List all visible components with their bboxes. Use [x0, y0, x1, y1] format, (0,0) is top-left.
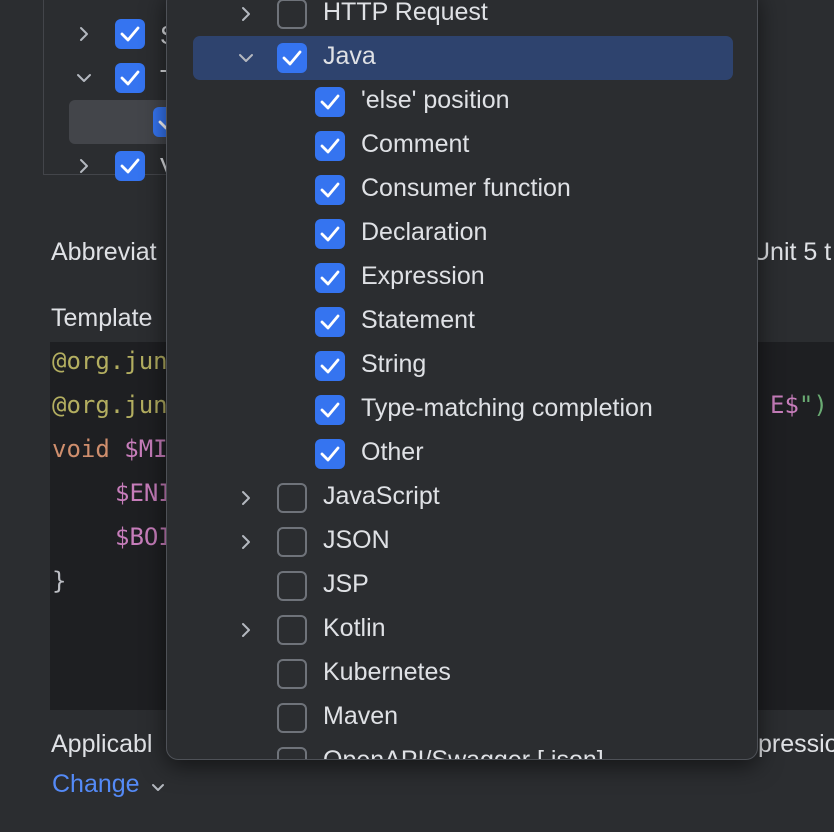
- context-item[interactable]: JSP: [167, 564, 757, 608]
- description-field[interactable]: Unit 5 t: [752, 238, 831, 267]
- code-line: $BOI: [115, 523, 173, 551]
- context-item[interactable]: Expression: [167, 256, 757, 300]
- chevron-down-icon[interactable]: [234, 46, 258, 70]
- chevron-right-icon[interactable]: [234, 618, 258, 642]
- context-item[interactable]: Statement: [167, 300, 757, 344]
- code-line: $ENI: [115, 479, 173, 507]
- chevron-down-icon[interactable]: [72, 66, 96, 90]
- context-item-label: Kotlin: [323, 614, 386, 642]
- context-item[interactable]: Declaration: [167, 212, 757, 256]
- checkbox[interactable]: [115, 151, 145, 181]
- context-item-label: Consumer function: [361, 174, 571, 202]
- context-item[interactable]: String: [167, 344, 757, 388]
- checkbox[interactable]: [277, 703, 307, 733]
- template-text-label: Template: [51, 304, 153, 332]
- code-line: }: [52, 567, 67, 595]
- selection-highlight: [193, 36, 733, 80]
- context-item-label: Declaration: [361, 218, 488, 246]
- context-item[interactable]: Maven: [167, 696, 757, 740]
- context-item-label: OpenAPI/Swagger [.json]: [323, 746, 604, 760]
- chevron-right-icon[interactable]: [234, 530, 258, 554]
- context-item[interactable]: OpenAPI/Swagger [.json]: [167, 740, 757, 760]
- context-item[interactable]: 'else' position: [167, 80, 757, 124]
- context-item[interactable]: Kubernetes: [167, 652, 757, 696]
- checkbox[interactable]: [315, 307, 345, 337]
- checkbox[interactable]: [315, 219, 345, 249]
- context-item-label: Kubernetes: [323, 658, 451, 686]
- checkbox[interactable]: [115, 63, 145, 93]
- checkbox[interactable]: [277, 0, 307, 29]
- chevron-right-icon[interactable]: [234, 486, 258, 510]
- context-item[interactable]: HTTP Request: [167, 0, 757, 36]
- context-item-label: JavaScript: [323, 482, 440, 510]
- context-item[interactable]: Comment: [167, 124, 757, 168]
- checkbox[interactable]: [315, 87, 345, 117]
- checkbox[interactable]: [277, 615, 307, 645]
- context-item[interactable]: Other: [167, 432, 757, 476]
- change-contexts-link[interactable]: Change: [52, 770, 165, 800]
- context-item-label: Statement: [361, 306, 475, 334]
- chevron-right-icon[interactable]: [72, 154, 96, 178]
- context-item[interactable]: Kotlin: [167, 608, 757, 652]
- abbreviation-label: Abbreviat: [51, 238, 157, 266]
- checkbox[interactable]: [315, 131, 345, 161]
- checkbox[interactable]: [277, 483, 307, 513]
- checkbox[interactable]: [315, 351, 345, 381]
- code-line-tail: E$"): [770, 391, 828, 419]
- context-item-label: Expression: [361, 262, 485, 290]
- checkbox[interactable]: [277, 747, 307, 759]
- checkbox[interactable]: [315, 395, 345, 425]
- context-item[interactable]: Type-matching completion: [167, 388, 757, 432]
- checkbox[interactable]: [115, 19, 145, 49]
- context-item-label: Comment: [361, 130, 470, 158]
- code-line: @org.jun: [52, 391, 168, 419]
- checkbox[interactable]: [277, 43, 307, 73]
- context-item-label: String: [361, 350, 427, 378]
- context-item-label: Type-matching completion: [361, 394, 653, 422]
- checkbox[interactable]: [277, 659, 307, 689]
- context-item-label: HTTP Request: [323, 0, 488, 26]
- code-line: void $MI: [52, 435, 168, 463]
- checkbox[interactable]: [277, 571, 307, 601]
- expression-label: pressio: [758, 730, 834, 758]
- context-item[interactable]: Java: [167, 36, 757, 80]
- chevron-right-icon[interactable]: [72, 22, 96, 46]
- checkbox[interactable]: [315, 263, 345, 293]
- context-item-label: JSP: [323, 570, 369, 598]
- context-item-label: Java: [323, 42, 376, 70]
- context-item[interactable]: Consumer function: [167, 168, 757, 212]
- applicable-contexts-label: Applicabl: [51, 730, 153, 758]
- context-popup[interactable]: HTTP Request Java 'else' position Comment Co…: [166, 0, 758, 760]
- context-item-label: Other: [361, 438, 424, 466]
- code-line: @org.jun: [52, 347, 168, 375]
- context-item[interactable]: JavaScript: [167, 476, 757, 520]
- chevron-down-icon: [151, 771, 165, 800]
- checkbox[interactable]: [315, 439, 345, 469]
- chevron-right-icon[interactable]: [234, 2, 258, 26]
- context-item-label: JSON: [323, 526, 390, 554]
- context-item[interactable]: JSON: [167, 520, 757, 564]
- checkbox[interactable]: [315, 175, 345, 205]
- context-item-label: Maven: [323, 702, 399, 730]
- context-item-label: 'else' position: [361, 86, 510, 114]
- checkbox[interactable]: [277, 527, 307, 557]
